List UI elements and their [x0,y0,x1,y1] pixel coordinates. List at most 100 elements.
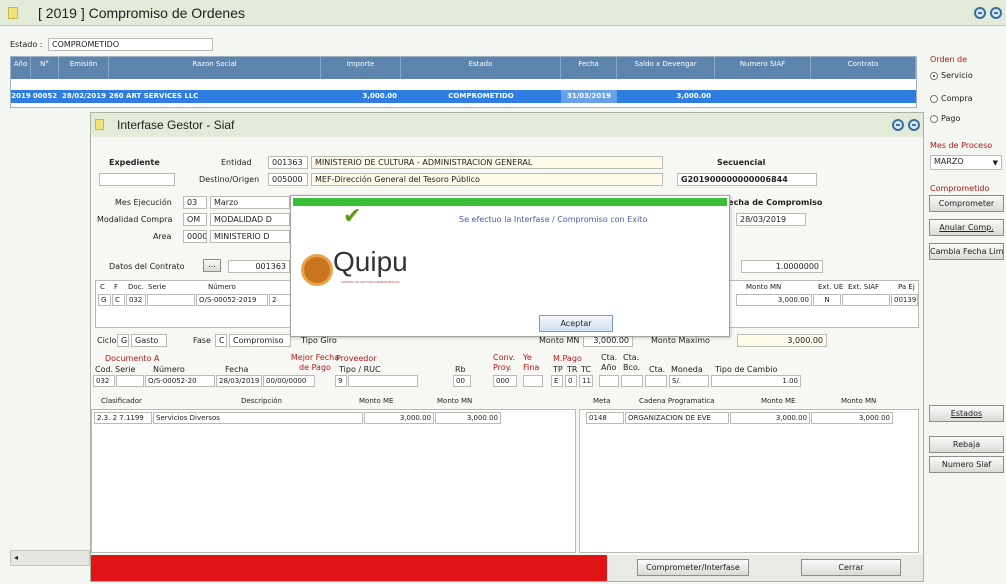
grid-cell[interactable]: G [98,294,111,306]
area-label: Area [153,232,172,241]
column-header[interactable]: Importe [321,57,401,79]
grid-header: Monto MN [746,283,782,291]
fase-code[interactable]: C [215,334,227,347]
doc-cta-ano-field[interactable] [599,375,619,387]
fase-name[interactable]: Compromiso [229,334,291,347]
table-row-cell[interactable]: 3,000.00 [811,412,893,424]
destino-code[interactable]: 005000 [268,173,308,186]
table-row-cell[interactable]: 3,000.00 [364,412,434,424]
grid-cell[interactable]: 00139 [891,294,918,306]
entidad-code[interactable]: 001363 [268,156,308,169]
grid-header: Monto MN [841,397,877,405]
doc-fecha-field[interactable]: 28/03/2019 [216,375,262,387]
doc-numero-field[interactable]: O/S-00052-20 [145,375,215,387]
modalidad-label: Modalidad Compra [97,215,173,224]
mes-ejecucion-name[interactable]: Marzo [210,196,290,209]
column-header[interactable]: Razon Social [109,57,321,79]
radio-pago[interactable]: Pago [930,113,1000,125]
rebaja-button[interactable]: Rebaja [929,436,1004,453]
expediente-field[interactable] [99,173,175,186]
doc-tp-field[interactable]: E [551,375,563,387]
scroll-left-icon[interactable]: ◂ [14,553,18,562]
column-header[interactable]: Año [11,57,31,79]
aceptar-button[interactable]: Aceptar [539,315,613,332]
cambia-fecha-button[interactable]: Cambia Fecha Lim. [929,243,1004,260]
estados-button[interactable]: Estados [929,405,1004,422]
table-row-cell[interactable]: Servicios Diversos [153,412,363,424]
secuencial-label: Secuencial [717,158,766,167]
area-code[interactable]: 0000 [183,230,207,243]
modalidad-code[interactable]: OM [183,213,207,226]
horizontal-scrollbar[interactable]: ◂ [10,550,90,566]
column-header[interactable]: Contrato [811,57,916,79]
column-header[interactable]: Numero SIAF [715,57,811,79]
destino-name[interactable]: MEF-Dirección General del Tesoro Público [311,173,663,186]
grid-cell[interactable]: 3,000.00 [736,294,812,306]
column-header[interactable]: N° [31,57,59,79]
table-row-cell[interactable]: ORGANIZACION DE EVE [625,412,729,424]
doc-ruc-field[interactable] [348,375,418,387]
table-header: Año N° Emisión Razon Social Importe Esta… [11,57,916,79]
fecha-compromiso-field[interactable]: 28/03/2019 [736,213,806,226]
window-icon [8,7,18,19]
table-row-cell[interactable]: 3,000.00 [435,412,501,424]
column-header[interactable]: Saldo x Devengar [617,57,715,79]
grid-cell[interactable]: O/S-00052-2019 [196,294,268,306]
grid-cell[interactable] [842,294,890,306]
cod-label: Cod. [95,365,114,374]
serie-label: Serie [115,365,136,374]
table-row-cell[interactable]: 2.3. 2 7.1199 [94,412,152,424]
settings-icon[interactable] [990,7,1002,19]
grid-cell[interactable]: N [813,294,841,306]
numero-siaf-button[interactable]: Numero Siaf [929,456,1004,473]
doc-ye-field[interactable] [523,375,543,387]
column-header[interactable]: Emisión [59,57,109,79]
doc-cta-field[interactable] [645,375,667,387]
grid-cell[interactable]: 032 [126,294,146,306]
comprometer-button[interactable]: Comprometer [929,195,1004,212]
comprometer-interfase-button[interactable]: Comprometer/Interfase [637,559,749,576]
radio-servicio[interactable]: Servicio [930,70,1000,82]
tipo-cambio-field[interactable]: 1.0000000 [741,260,823,273]
estado-field[interactable]: COMPROMETIDO [48,38,213,51]
anular-comp-button[interactable]: Anular Comp. [929,219,1004,236]
mes-ejecucion-code[interactable]: 03 [183,196,207,209]
column-header[interactable]: Fecha [561,57,617,79]
monto-maximo-field[interactable]: 3,000.00 [737,334,827,347]
cerrar-button[interactable]: Cerrar [801,559,901,576]
grid-cell[interactable] [147,294,195,306]
table-row-cell[interactable]: 0148 [586,412,624,424]
ciclo-name[interactable]: Gasto [131,334,167,347]
doc-moneda-field[interactable]: S/. [669,375,709,387]
doc-mejor-fecha-field[interactable]: 00/00/0000 [263,375,315,387]
doc-tipo-field[interactable]: 9 [335,375,347,387]
radio-compra[interactable]: Compra [930,93,1000,105]
area-name[interactable]: MINISTERIO D [210,230,290,243]
ciclo-code[interactable]: G [117,334,129,347]
contrato-lookup-button[interactable]: ... [203,259,221,272]
mes-proceso-select[interactable]: MARZO ▼ [930,155,1002,170]
doc-rb-field[interactable]: 00 [453,375,471,387]
table-row[interactable]: 2019 00052 28/02/2019 260 ART SERVICES L… [11,90,916,103]
grid-header: Serie [148,283,166,291]
contrato-field[interactable]: 001363 [228,260,290,273]
settings-icon[interactable] [892,119,904,131]
entidad-name[interactable]: MINISTERIO DE CULTURA - ADMINISTRACION G… [311,156,663,169]
grid-header: C [100,283,105,291]
secuencial-field[interactable]: G201900000000006844 [677,173,817,186]
doc-tipo-cambio-field[interactable]: 1.00 [711,375,801,387]
doc-conv-field[interactable]: 000 [493,375,517,387]
doc-serie-field[interactable] [116,375,144,387]
doc-tr-field[interactable]: 0 [565,375,577,387]
grid-cell[interactable]: 2 [269,294,291,306]
settings-icon[interactable] [908,119,920,131]
table-row-cell[interactable]: 3,000.00 [730,412,810,424]
doc-cod-field[interactable]: 032 [93,375,115,387]
cell-siaf [715,90,811,103]
doc-cta-bco-field[interactable] [621,375,643,387]
modalidad-name[interactable]: MODALIDAD D [210,213,290,226]
grid-cell[interactable]: C [112,294,125,306]
column-header[interactable]: Estado [401,57,561,79]
settings-icon[interactable] [974,7,986,19]
doc-tc-field[interactable]: 11 [579,375,593,387]
